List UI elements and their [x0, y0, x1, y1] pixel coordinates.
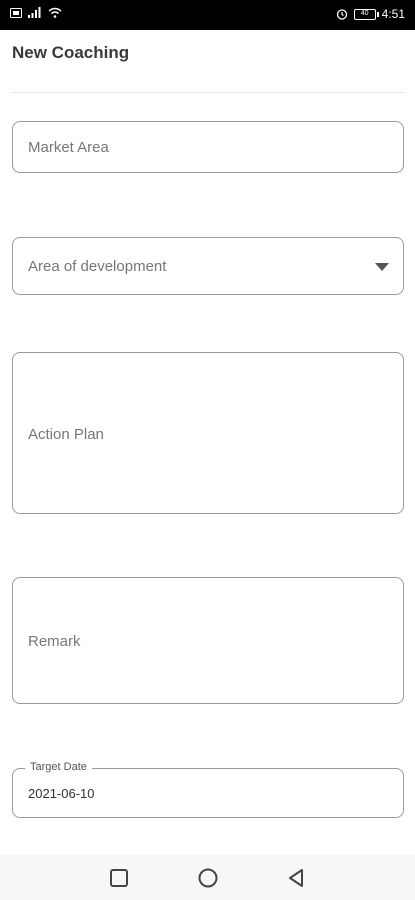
page-title: New Coaching: [12, 43, 130, 62]
remark-textarea[interactable]: Remark: [12, 577, 404, 704]
back-triangle-icon[interactable]: [286, 868, 306, 888]
target-date-value: 2021-06-10: [28, 786, 95, 801]
sim-icon: [10, 7, 22, 18]
remark-placeholder: Remark: [28, 633, 81, 650]
status-left: [10, 7, 62, 18]
action-plan-placeholder: Action Plan: [28, 426, 104, 443]
target-date-field[interactable]: Target Date 2021-06-10: [12, 761, 404, 818]
status-bar: 40 4:51: [0, 0, 415, 30]
home-circle-icon[interactable]: [198, 868, 218, 888]
status-time: 4:51: [381, 7, 405, 21]
market-area-input[interactable]: Market Area: [12, 121, 404, 173]
signal-icon: [28, 7, 41, 18]
market-area-placeholder: Market Area: [28, 139, 109, 156]
recents-square-icon[interactable]: [109, 868, 129, 888]
area-of-development-placeholder: Area of development: [28, 258, 167, 275]
battery-icon: 40: [353, 8, 379, 20]
android-nav-bar: [0, 855, 415, 900]
alarm-icon: [336, 9, 347, 20]
action-plan-textarea[interactable]: Action Plan: [12, 352, 404, 514]
status-right: 40 4:51: [336, 7, 405, 21]
chevron-down-icon: [375, 263, 389, 271]
area-of-development-select[interactable]: Area of development: [12, 237, 404, 295]
target-date-label: Target Date: [25, 761, 92, 773]
header-divider: [12, 92, 404, 93]
wifi-icon: [48, 7, 62, 18]
